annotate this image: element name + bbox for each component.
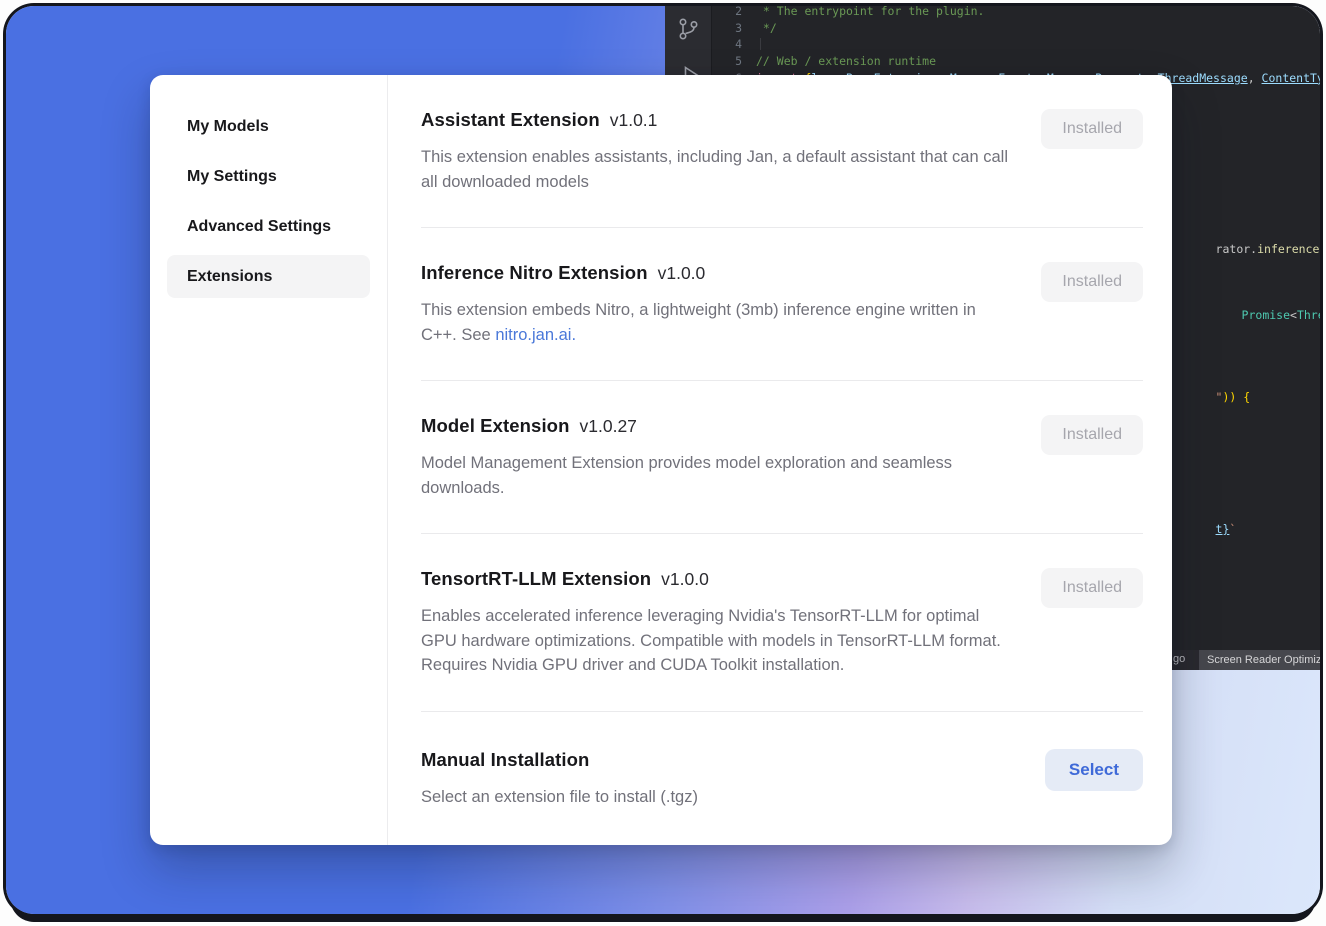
indent-guide — [760, 38, 761, 50]
code-token: < — [1290, 308, 1297, 322]
code-fragment-template: t}` — [1174, 508, 1236, 550]
code-fragment-promise: Promise<ThreadMessage> — [1200, 294, 1320, 336]
extension-version: v1.0.1 — [610, 110, 658, 131]
settings-modal: My Models My Settings Advanced Settings … — [150, 75, 1172, 845]
extension-description: This extension enables assistants, inclu… — [421, 145, 1009, 194]
extension-version: v1.0.0 — [658, 263, 706, 284]
extension-row: TensortRT-LLM Extension v1.0.0 Enables a… — [421, 534, 1143, 712]
line-number: 4 — [712, 37, 756, 51]
sidebar-item-extensions[interactable]: Extensions — [167, 255, 370, 298]
code-token: inference — [1257, 242, 1319, 256]
line-number: 3 — [712, 21, 756, 35]
code-comment: * The entrypoint for the plugin. — [756, 6, 984, 18]
code-token: )) — [1222, 390, 1243, 404]
nitro-jan-ai-link[interactable]: nitro.jan.ai. — [495, 326, 576, 344]
extension-row: Assistant Extension v1.0.1 This extensio… — [421, 75, 1143, 228]
extension-title: Assistant Extension — [421, 109, 600, 131]
extension-description: Model Management Extension provides mode… — [421, 451, 1009, 500]
code-line: 4 — [712, 36, 1320, 53]
code-token: t} — [1216, 522, 1230, 536]
select-file-button[interactable]: Select — [1045, 749, 1143, 791]
code-fragment-brace: ")) { — [1174, 376, 1250, 418]
screen-reader-status[interactable]: Screen Reader Optimized — [1199, 650, 1320, 670]
separator: , — [1248, 71, 1262, 85]
extension-version: v1.0.27 — [580, 416, 637, 437]
extension-description: Enables accelerated inference leveraging… — [421, 604, 1009, 678]
code-line: 5 // Web / extension runtime — [712, 53, 1320, 70]
installed-badge[interactable]: Installed — [1041, 109, 1143, 149]
code-token: Promise — [1242, 308, 1290, 322]
code-token: { — [1243, 390, 1250, 404]
code-editor: 2 * The entrypoint for the plugin. 3 */ … — [712, 6, 1320, 86]
manual-installation-info: Manual Installation Select an extension … — [421, 749, 1009, 810]
extensions-list: Assistant Extension v1.0.1 This extensio… — [388, 75, 1172, 845]
code-token: ( — [1319, 242, 1320, 256]
settings-sidebar: My Models My Settings Advanced Settings … — [150, 75, 388, 845]
code-token: rator. — [1216, 242, 1258, 256]
sidebar-item-my-settings[interactable]: My Settings — [167, 155, 370, 198]
manual-installation-description: Select an extension file to install (.tg… — [421, 785, 1009, 810]
line-number: 2 — [712, 6, 756, 18]
extension-version: v1.0.0 — [661, 569, 709, 590]
extension-title: TensortRT-LLM Extension — [421, 568, 651, 590]
extension-info: Inference Nitro Extension v1.0.0 This ex… — [421, 262, 1009, 347]
code-line: 3 */ — [712, 20, 1320, 37]
manual-installation-row: Manual Installation Select an extension … — [421, 712, 1143, 843]
code-comment: // Web / extension runtime — [756, 54, 936, 68]
extension-info: Model Extension v1.0.27 Model Management… — [421, 415, 1009, 500]
extension-row: Model Extension v1.0.27 Model Management… — [421, 381, 1143, 534]
import-identifier: ContentType — [1262, 71, 1320, 85]
code-comment: */ — [756, 21, 777, 35]
sidebar-item-my-models[interactable]: My Models — [167, 105, 370, 148]
code-token: ` — [1229, 522, 1236, 536]
manual-installation-title: Manual Installation — [421, 749, 589, 771]
extension-info: Assistant Extension v1.0.1 This extensio… — [421, 109, 1009, 194]
desktop-background: 2 * The entrypoint for the plugin. 3 */ … — [6, 6, 1320, 914]
extension-description: This extension embeds Nitro, a lightweig… — [421, 298, 1009, 347]
source-control-icon[interactable] — [675, 16, 701, 42]
extension-title: Model Extension — [421, 415, 570, 437]
extension-info: TensortRT-LLM Extension v1.0.0 Enables a… — [421, 568, 1009, 678]
extension-row: Inference Nitro Extension v1.0.0 This ex… — [421, 228, 1143, 381]
status-bar-text: go — [1173, 653, 1185, 665]
code-line: 2 * The entrypoint for the plugin. — [712, 6, 1320, 20]
installed-badge[interactable]: Installed — [1041, 568, 1143, 608]
extension-title: Inference Nitro Extension — [421, 262, 648, 284]
code-token: ThreadMessage — [1297, 308, 1320, 322]
line-number: 5 — [712, 54, 756, 68]
sidebar-item-advanced-settings[interactable]: Advanced Settings — [167, 205, 370, 248]
code-fragment-inference: rator.inference(data)); — [1174, 228, 1320, 270]
installed-badge[interactable]: Installed — [1041, 262, 1143, 302]
installed-badge[interactable]: Installed — [1041, 415, 1143, 455]
